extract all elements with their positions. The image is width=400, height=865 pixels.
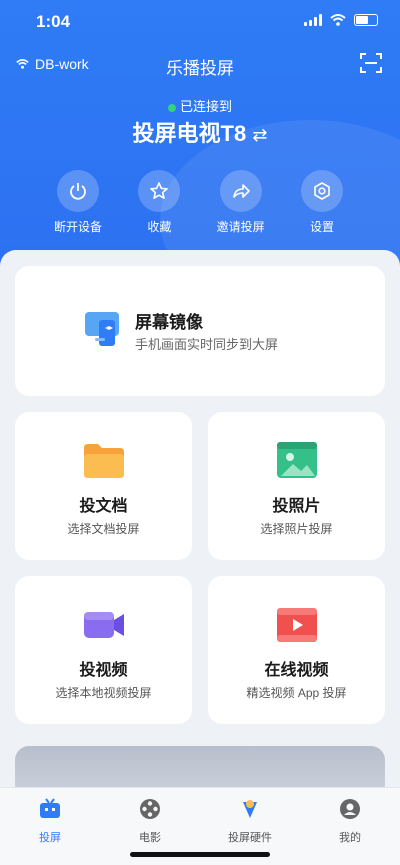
connected-dot-icon (167, 103, 176, 112)
action-label: 邀请投屏 (216, 220, 265, 234)
card-title: 投文档 (79, 498, 128, 515)
screen-mirror-card[interactable]: 屏幕镜像 手机画面实时同步到大屏 (15, 266, 385, 396)
app-title: 乐播投屏 (166, 59, 234, 78)
card-title: 屏幕镜像 (135, 313, 203, 332)
nav-label: 我的 (339, 832, 361, 844)
cast-document-card[interactable]: 投文档 选择文档投屏 (15, 412, 192, 560)
action-label: 设置 (309, 220, 334, 234)
status-bar: 1:04 (0, 0, 400, 44)
action-label: 断开设备 (53, 220, 102, 234)
invite-button[interactable]: 邀请投屏 (203, 170, 279, 235)
share-icon (232, 184, 250, 198)
wifi-status-icon (330, 14, 346, 26)
tv-icon (40, 798, 60, 818)
nav-item-profile[interactable]: 我的 (310, 798, 390, 865)
gear-icon (314, 182, 330, 200)
hardware-icon (243, 800, 257, 818)
cellular-signal-icon (304, 14, 322, 26)
card-subtitle: 选择照片投屏 (260, 522, 333, 536)
nav-label: 电影 (139, 832, 161, 844)
card-subtitle: 手机画面实时同步到大屏 (135, 337, 279, 352)
power-icon (70, 183, 86, 200)
top-bar: DB-work 乐播投屏 (0, 50, 400, 78)
folder-icon (82, 438, 126, 482)
card-title: 投照片 (272, 498, 321, 515)
online-video-card[interactable]: 在线视频 精选视频 App 投屏 (208, 576, 385, 724)
profile-icon (340, 799, 360, 819)
home-indicator (130, 852, 270, 857)
film-reel-icon (140, 799, 160, 819)
card-subtitle: 选择文档投屏 (67, 522, 140, 536)
disconnect-button[interactable]: 断开设备 (40, 170, 116, 235)
status-time: 1:04 (36, 12, 71, 31)
settings-button[interactable]: 设置 (284, 170, 360, 235)
battery-icon (354, 14, 378, 26)
favorite-button[interactable]: 收藏 (121, 170, 197, 235)
bottom-nav: 投屏 电影 投屏硬件 我的 (0, 787, 400, 865)
device-name-switch[interactable]: 投屏电视T8 ⇄ (0, 116, 400, 148)
cast-photo-card[interactable]: 投照片 选择照片投屏 (208, 412, 385, 560)
card-title: 在线视频 (264, 662, 329, 679)
main-panel: 屏幕镜像 手机画面实时同步到大屏 投文档 选择文档投屏 投照片 选择照片投屏 投… (0, 250, 400, 806)
video-camera-icon (82, 602, 126, 646)
star-icon (150, 182, 169, 200)
quick-actions: 断开设备 收藏 邀请投屏 设置 (40, 170, 360, 235)
photo-icon (275, 438, 319, 482)
film-icon (275, 602, 319, 646)
card-title: 投视频 (79, 662, 128, 679)
action-label: 收藏 (147, 220, 172, 234)
cast-video-card[interactable]: 投视频 选择本地视频投屏 (15, 576, 192, 724)
status-icons (304, 14, 378, 26)
device-name: 投屏电视T8 (132, 121, 247, 146)
screen-mirror-icon (83, 306, 127, 350)
nav-label: 投屏硬件 (228, 832, 272, 844)
scan-icon[interactable] (360, 52, 382, 74)
nav-item-cast[interactable]: 投屏 (10, 798, 90, 865)
connection-status: 已连接到 (0, 96, 400, 115)
card-subtitle: 选择本地视频投屏 (55, 686, 152, 700)
swap-device-icon[interactable]: ⇄ (252, 125, 267, 145)
card-subtitle: 精选视频 App 投屏 (246, 686, 347, 700)
nav-label: 投屏 (39, 832, 61, 844)
